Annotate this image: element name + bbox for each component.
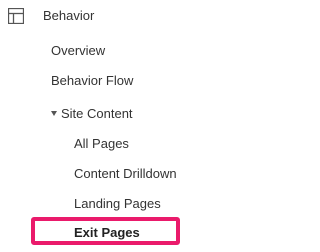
nav-subitem-all-pages-label: All Pages (74, 136, 129, 151)
behavior-section-header[interactable]: Behavior (0, 7, 211, 25)
caret-down-icon[interactable] (51, 111, 57, 116)
nav-subitem-landing-pages-label: Landing Pages (74, 196, 161, 211)
behavior-section-label: Behavior (43, 8, 95, 23)
behavior-layout-icon (7, 7, 25, 25)
nav-subitem-exit-pages-label: Exit Pages (74, 225, 140, 240)
nav-item-behavior-flow-label: Behavior Flow (51, 73, 134, 88)
nav-item-overview-label: Overview (51, 43, 106, 58)
nav-item-site-content-label: Site Content (61, 106, 133, 121)
nav-subitem-content-drilldown-label: Content Drilldown (74, 166, 177, 181)
behavior-nav-menu: Behavior Overview Behavior Flow Site Con… (0, 0, 211, 252)
